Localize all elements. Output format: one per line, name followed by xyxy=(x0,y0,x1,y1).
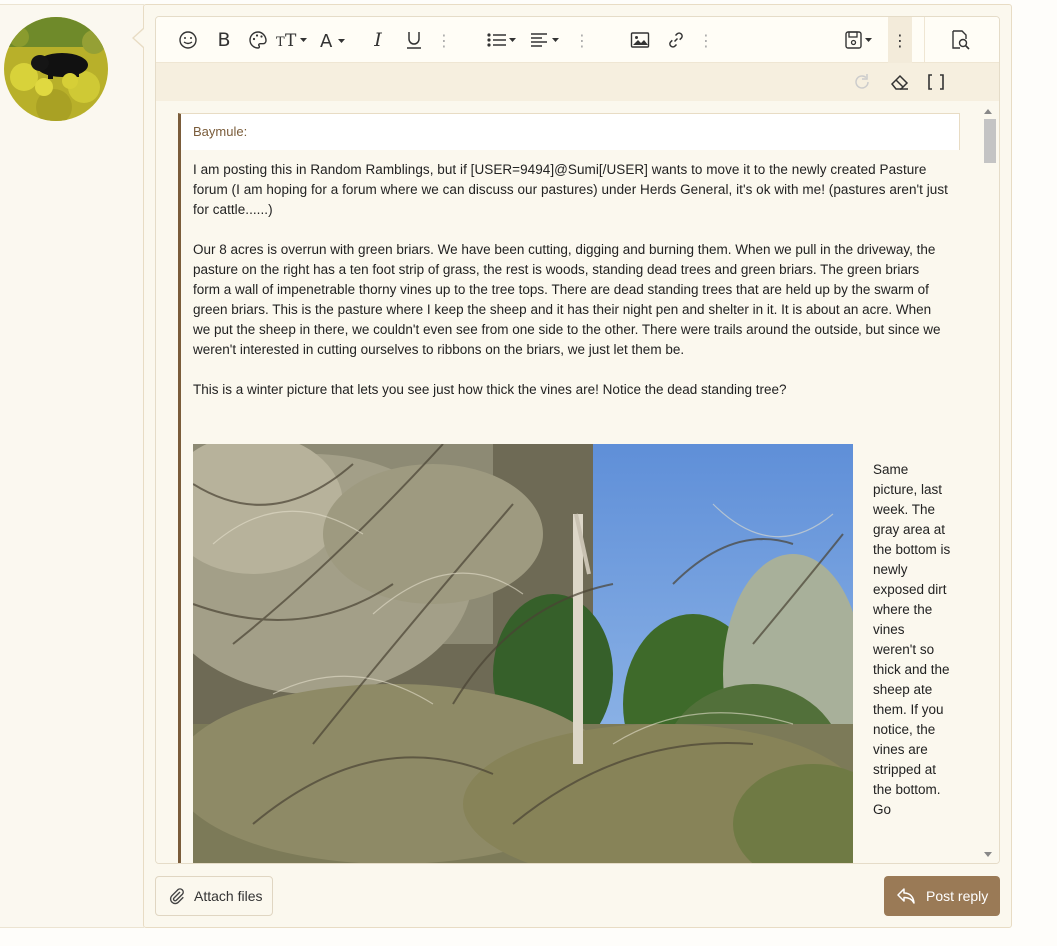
bold-icon[interactable]: B xyxy=(212,27,236,53)
font-family-icon[interactable]: A xyxy=(320,27,352,53)
editor-content[interactable]: Baymule: I am posting this in Random Ram… xyxy=(156,101,999,863)
quote-block: Baymule: I am posting this in Random Ram… xyxy=(178,113,960,863)
panel-notch-inner xyxy=(134,29,144,47)
svg-text:A: A xyxy=(320,31,333,50)
reply-arrow-icon xyxy=(897,888,915,904)
more-options-icon[interactable]: ⋮ xyxy=(888,17,912,63)
save-draft-icon[interactable] xyxy=(844,27,878,53)
text-size-icon[interactable]: TT xyxy=(276,27,312,53)
avatar-column xyxy=(0,4,144,928)
more-insert-options-icon[interactable]: ⋮ xyxy=(698,27,714,53)
svg-text:T: T xyxy=(276,35,285,50)
scrollbar-thumb[interactable] xyxy=(984,119,996,163)
attach-files-label: Attach files xyxy=(194,888,263,904)
attach-files-button[interactable]: Attach files xyxy=(155,876,273,916)
quote-body: I am posting this in Random Ramblings, b… xyxy=(181,150,960,863)
editor-secondary-toolbar xyxy=(156,63,999,101)
editor-scrollbar[interactable] xyxy=(981,105,996,863)
briar-photo-image xyxy=(193,444,853,863)
list-icon[interactable] xyxy=(486,27,520,53)
link-icon[interactable] xyxy=(664,27,688,53)
italic-icon[interactable]: I xyxy=(368,27,388,53)
quote-paragraph: I am posting this in Random Ramblings, b… xyxy=(193,162,948,217)
more-paragraph-options-icon[interactable]: ⋮ xyxy=(574,27,590,53)
quote-paragraph: Our 8 acres is overrun with green briars… xyxy=(193,242,941,357)
redo-icon[interactable] xyxy=(850,69,874,95)
editor-toolbar: B TT A I ⋮ ⋮ ⋮ ⋮ xyxy=(156,17,999,63)
more-text-options-icon[interactable]: ⋮ xyxy=(436,27,452,53)
rich-text-editor[interactable]: B TT A I ⋮ ⋮ ⋮ ⋮ Baymule: I am posting t… xyxy=(155,16,1000,864)
briar-photo[interactable] xyxy=(193,444,853,863)
quote-author[interactable]: Baymule: xyxy=(181,114,959,150)
preview-icon[interactable] xyxy=(948,27,972,53)
avatar-image xyxy=(4,17,108,121)
post-reply-label: Post reply xyxy=(926,888,989,904)
photo-caption: Same picture, last week. The gray area a… xyxy=(873,462,951,817)
post-reply-button[interactable]: Post reply xyxy=(884,876,1000,916)
eraser-icon[interactable] xyxy=(888,69,912,95)
smile-icon[interactable] xyxy=(176,27,200,53)
bbcode-toggle-icon[interactable] xyxy=(924,69,948,95)
quote-paragraph: This is a winter picture that lets you s… xyxy=(193,382,787,397)
scroll-up-arrow-icon[interactable] xyxy=(984,109,992,114)
scroll-down-arrow-icon[interactable] xyxy=(984,852,992,857)
reply-page: B TT A I ⋮ ⋮ ⋮ ⋮ Baymule: I am posting t… xyxy=(0,0,1057,946)
palette-icon[interactable] xyxy=(246,27,270,53)
paperclip-icon xyxy=(169,888,184,905)
avatar[interactable] xyxy=(4,17,108,121)
underline-icon[interactable] xyxy=(402,27,426,53)
image-icon[interactable] xyxy=(628,27,652,53)
align-icon[interactable] xyxy=(530,27,564,53)
svg-text:T: T xyxy=(285,31,297,50)
toolbar-separator xyxy=(924,17,925,63)
